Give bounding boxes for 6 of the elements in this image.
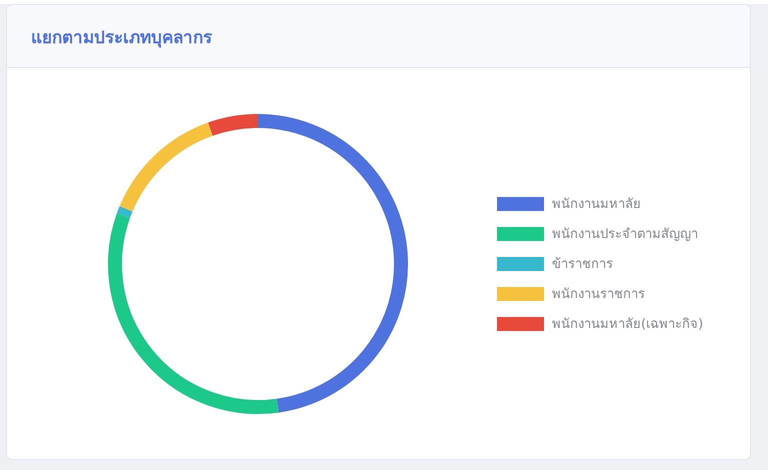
legend-label[interactable]: พนักงานราชการ [552, 283, 645, 304]
legend-label[interactable]: พนักงานมหาลัย(เฉพาะกิจ) [552, 313, 704, 334]
legend-label[interactable]: พนักงานมหาลัย [552, 193, 641, 214]
card-title: แยกตามประเภทบุคลากร [31, 26, 212, 50]
legend-label[interactable]: พนักงานประจำตามสัญญา [552, 223, 698, 244]
legend-label[interactable]: ข้าราชการ [552, 253, 613, 274]
